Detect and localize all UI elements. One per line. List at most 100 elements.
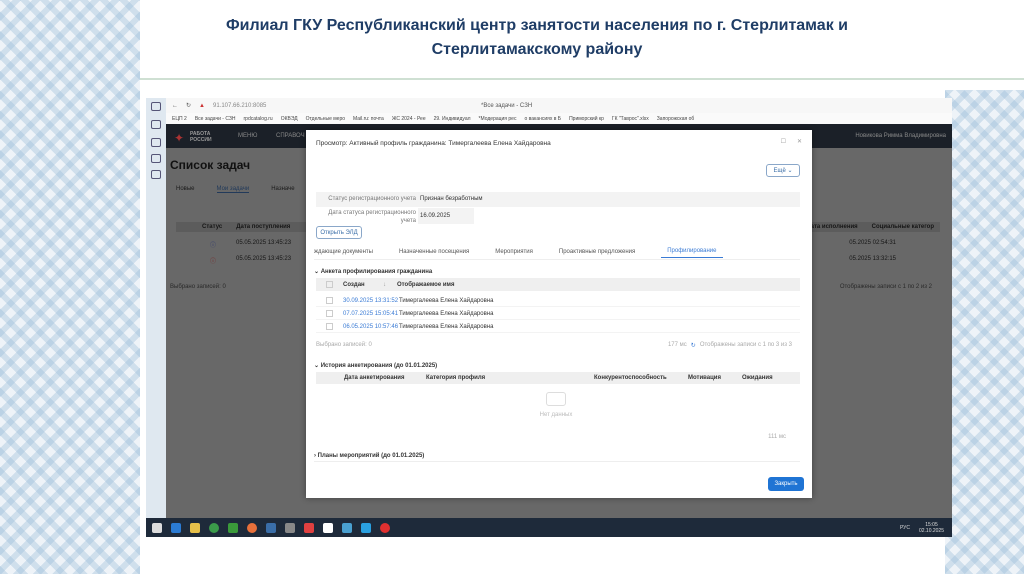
ornament-left: [0, 0, 140, 574]
bookmark[interactable]: ГК "Тавроc".xlsx: [612, 116, 649, 122]
display-name: Тимергалеева Елена Хайдаровна: [399, 297, 494, 304]
field-value: 16.09.2025: [418, 208, 474, 224]
select-all-checkbox[interactable]: [326, 281, 333, 288]
row-done: 05.2025 02:54:31: [849, 240, 896, 246]
divider: [140, 78, 1024, 80]
bookmark[interactable]: 29. Индивидуал: [434, 116, 471, 122]
menu-link[interactable]: МЕНЮ: [238, 133, 257, 139]
reload-icon[interactable]: ↻: [186, 102, 191, 109]
created-link[interactable]: 30.09.2025 13:31:52: [343, 298, 399, 304]
close-icon[interactable]: ✕: [797, 138, 802, 145]
row-received: 05.05.2025 13:45:23: [236, 240, 292, 246]
field-label: Статус регистрационного учета: [328, 196, 416, 202]
pager-info: Отображены записи с 1 по 2 из 2: [839, 284, 932, 290]
bookmark[interactable]: Отдельные мерo: [306, 116, 345, 122]
tab-proactive[interactable]: Проактивные предложения: [559, 249, 635, 255]
created-link[interactable]: 06.05.2025 10:57:46: [343, 324, 399, 330]
row-checkbox[interactable]: [326, 297, 333, 304]
sidebar-icon[interactable]: [151, 138, 161, 147]
col-category[interactable]: Категория профиля: [426, 375, 594, 381]
col-expectations[interactable]: Ожидания: [742, 375, 773, 381]
table-row[interactable]: 30.09.2025 13:31:52 Тимергалеева Елена Ха…: [316, 295, 800, 307]
app-icon[interactable]: [228, 522, 238, 533]
start-icon[interactable]: [152, 522, 162, 533]
open-eld-button[interactable]: Открыть ЭЛД: [316, 226, 362, 239]
bookmark[interactable]: о вакансиях в Б: [524, 116, 561, 122]
tab-my[interactable]: Мои задачи: [216, 186, 250, 193]
table-row[interactable]: 06.05.2025 10:57:46 Тимергалеева Елена Ха…: [316, 321, 800, 333]
close-button[interactable]: Закрыть: [768, 477, 804, 491]
tab-visits[interactable]: Назначенные посещения: [399, 249, 469, 255]
insecure-icon: ▲: [199, 102, 205, 109]
bookmark[interactable]: Все задачи - СЗН: [195, 116, 236, 122]
url-field[interactable]: 91.107.66.210:8085: [213, 103, 473, 109]
more-button[interactable]: Ещё ⌄: [766, 164, 800, 177]
ie-icon[interactable]: [171, 522, 181, 533]
created-link[interactable]: 07.07.2025 15:05:41: [343, 311, 399, 317]
section-profile-header[interactable]: ⌄ Анкета профилирования гражданина: [314, 268, 432, 275]
sidebar-icon[interactable]: [151, 120, 161, 129]
logo-text: РАБОТА РОССИИ: [190, 131, 212, 143]
tab-pending-docs[interactable]: ждающие документы: [314, 249, 373, 255]
word-icon[interactable]: [266, 522, 276, 533]
col-status[interactable]: Статус: [202, 224, 222, 230]
sidebar-icon[interactable]: [151, 102, 161, 111]
col-created[interactable]: Создан: [343, 282, 383, 288]
tab-events[interactable]: Мероприятия: [495, 249, 533, 255]
col-competitiveness[interactable]: Конкурентоспособность: [594, 375, 688, 381]
col-social[interactable]: Социальные категор: [872, 224, 934, 230]
modal-title: Просмотр: Активный профиль гражданина: Т…: [316, 140, 551, 147]
language[interactable]: РУС: [900, 525, 910, 531]
back-icon[interactable]: ←: [172, 103, 178, 109]
explorer-icon[interactable]: [190, 522, 200, 533]
field-value: Признан безработным: [420, 196, 483, 202]
row-checkbox[interactable]: [326, 310, 333, 317]
bookmark[interactable]: *Модерация рес: [479, 116, 517, 122]
yandex-browser-icon[interactable]: [380, 522, 390, 533]
section-plans-header[interactable]: › Планы мероприятий (до 01.01.2025): [314, 453, 800, 462]
bookmark[interactable]: Приморский кр: [569, 116, 604, 122]
bookmark[interactable]: Mail.ru: почта: [353, 116, 384, 122]
col-done[interactable]: Дата исполнения: [806, 224, 857, 230]
refresh-icon[interactable]: ↻: [691, 342, 696, 349]
bookmarks-bar: ЕЦП 2 Все задачи - СЗН rpdcatalog.ru ОКВЭД О…: [166, 113, 952, 124]
app-icon[interactable]: [323, 522, 333, 533]
bookmark[interactable]: ОКВЭД: [281, 116, 298, 122]
page-title: Список задач: [170, 158, 251, 172]
more-label: Ещё: [773, 167, 786, 174]
col-date[interactable]: Дата анкетирования: [344, 375, 426, 381]
col-name[interactable]: Отображаемое имя: [397, 282, 454, 288]
clock[interactable]: 15:05 02.10.2025: [919, 522, 944, 534]
maximize-icon[interactable]: ☐: [781, 138, 786, 145]
tab-title[interactable]: *Все задачи - СЗН: [481, 103, 532, 109]
user-name[interactable]: Новикова Римма Владимировна: [855, 133, 946, 139]
bookmark[interactable]: rpdcatalog.ru: [244, 116, 273, 122]
app-icon[interactable]: [342, 522, 352, 533]
logo-icon: ✦: [174, 131, 185, 145]
tab-new[interactable]: Новые: [176, 186, 195, 193]
firefox-icon[interactable]: [247, 522, 257, 533]
sidebar-icon[interactable]: [151, 170, 161, 179]
chrome-icon[interactable]: [209, 522, 219, 533]
row-checkbox[interactable]: [326, 323, 333, 330]
pager-info: Отображены записи с 1 по 3 из 3: [699, 342, 792, 348]
status-icon: ⓘ: [210, 259, 217, 265]
col-received[interactable]: Дата поступления: [236, 224, 290, 230]
yandex-icon[interactable]: [304, 522, 314, 533]
tab-profiling[interactable]: Профилирование: [661, 248, 723, 258]
display-name: Тимергалеева Елена Хайдаровна: [399, 310, 494, 317]
tab-assigned[interactable]: Назначе: [271, 186, 294, 193]
row-done: 05.2025 13:32:15: [849, 256, 896, 262]
sidebar-icon[interactable]: [151, 154, 161, 163]
bookmark[interactable]: Запорожская об: [657, 116, 694, 122]
app-icon[interactable]: [361, 522, 371, 533]
sort-icon[interactable]: ↓: [383, 282, 397, 288]
section-history-header[interactable]: ⌄ История анкетирования (до 01.01.2025): [314, 362, 437, 369]
table-row[interactable]: 07.07.2025 15:05:41 Тимергалеева Елена Ха…: [316, 308, 800, 320]
bookmark[interactable]: ЖС 2024 - Рее: [392, 116, 426, 122]
menu-link[interactable]: СПРАВОЧ: [276, 133, 305, 139]
app-icon[interactable]: [285, 522, 295, 533]
bookmark[interactable]: ЕЦП 2: [172, 116, 187, 122]
profile-modal: Просмотр: Активный профиль гражданина: Т…: [306, 130, 812, 498]
col-motivation[interactable]: Мотивация: [688, 375, 742, 381]
